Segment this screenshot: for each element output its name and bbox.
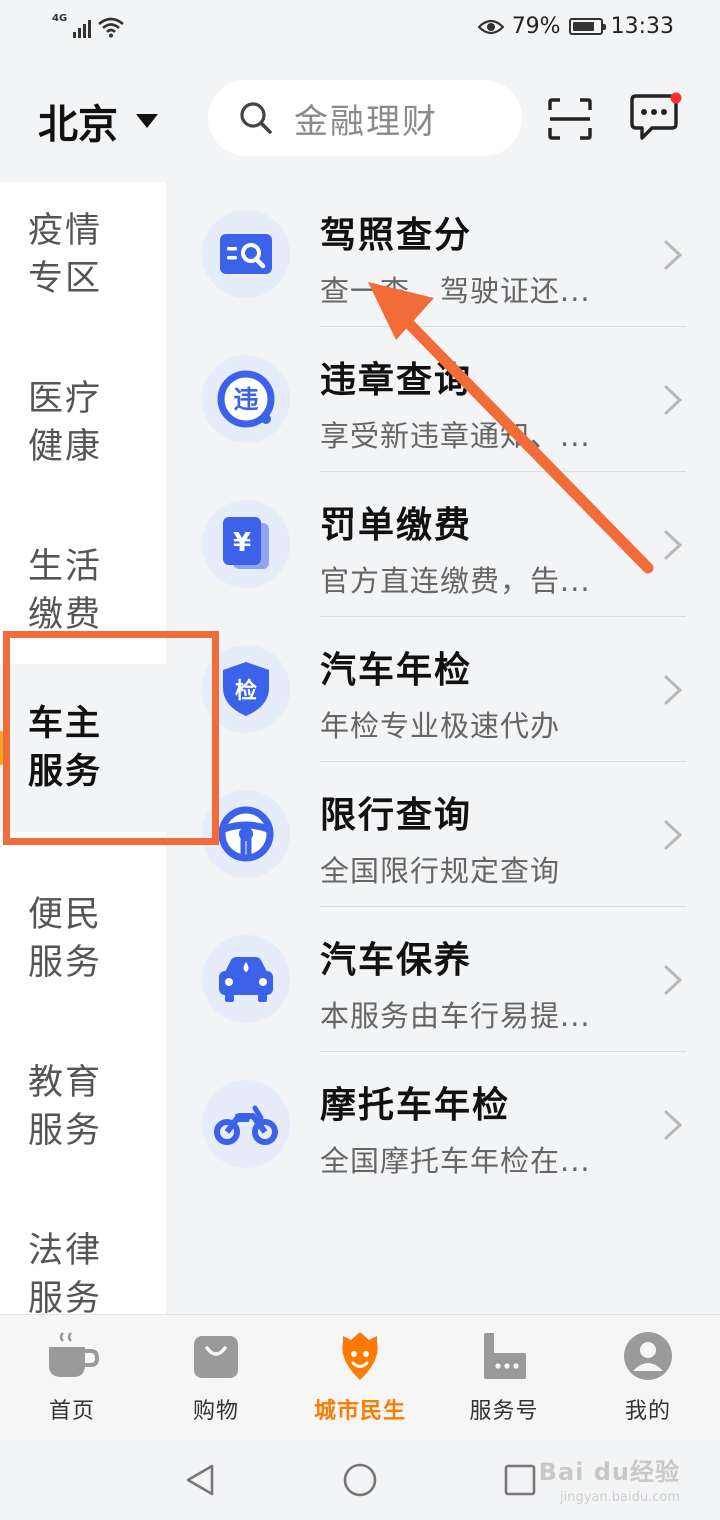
service-subtitle: 全国限行规定查询 <box>320 854 561 888</box>
status-right: 79% 13:33 <box>477 14 674 39</box>
service-subtitle: 全国摩托车年检在... <box>320 1144 591 1178</box>
tab-home[interactable]: 首页 <box>0 1329 144 1435</box>
service-title: 汽车保养 <box>320 940 473 981</box>
search-icon <box>240 102 272 134</box>
status-bar: 4G 79% 13:33 <box>0 0 720 58</box>
list-item[interactable]: 限行查询 全国限行规定查询 <box>196 762 686 907</box>
sidebar-item-convenience[interactable]: 便民服务 <box>0 866 166 1012</box>
violation-query-icon: 违 <box>202 355 290 443</box>
sidebar-item-label: 教育服务 <box>28 1063 103 1151</box>
service-title: 汽车年检 <box>320 650 473 691</box>
city-life-icon <box>333 1329 387 1383</box>
fine-glyph: ¥ <box>233 528 251 558</box>
notification-dot <box>670 92 682 104</box>
category-sidebar: 疫情专区 医疗健康 生活缴费 车主服务 便民服务 教育服务 法律服务 <box>0 182 166 1319</box>
service-subtitle: 查一查，驾驶证还... <box>320 274 591 308</box>
scan-icon[interactable] <box>548 98 592 140</box>
search-box[interactable]: 金融理财 <box>208 80 522 156</box>
system-nav-bar: Bai du经验 jingyan.baidu.com <box>0 1440 720 1520</box>
sidebar-item-label: 医疗健康 <box>28 379 103 467</box>
chevron-right-icon <box>664 965 683 995</box>
chevron-right-icon <box>664 820 683 850</box>
profile-avatar-icon <box>621 1329 675 1383</box>
battery-fill <box>572 22 594 31</box>
chevron-right-icon <box>664 530 683 560</box>
service-account-icon <box>477 1329 531 1383</box>
eye-comfort-icon <box>477 19 504 34</box>
sidebar-item-label: 法律服务 <box>28 1231 103 1319</box>
tab-label: 城市民生 <box>313 1399 406 1424</box>
watermark-url: jingyan.baidu.com <box>560 1490 680 1505</box>
sidebar-item-medical[interactable]: 医疗健康 <box>0 350 166 496</box>
sidebar-item-label: 疫情专区 <box>28 211 103 299</box>
list-item[interactable]: 违 违章查询 享受新违章通知、... <box>196 327 686 472</box>
tab-shopping[interactable]: 购物 <box>144 1329 288 1435</box>
chevron-right-icon <box>664 240 683 270</box>
tab-city-life[interactable]: 城市民生 <box>288 1329 432 1435</box>
signal-indicators: 4G <box>52 14 125 38</box>
back-icon[interactable] <box>182 1462 218 1498</box>
shopping-bag-icon <box>189 1329 243 1383</box>
service-title: 限行查询 <box>320 795 473 836</box>
city-selector[interactable]: 北京 <box>38 92 158 150</box>
traffic-restriction-icon <box>202 790 290 878</box>
service-subtitle: 本服务由车行易提... <box>320 999 591 1033</box>
clock: 13:33 <box>610 14 674 39</box>
inspection-glyph: 检 <box>235 678 257 704</box>
coffee-cup-icon <box>45 1329 99 1383</box>
recent-apps-icon[interactable] <box>502 1462 538 1498</box>
sidebar-item-label: 车主服务 <box>28 704 103 792</box>
service-subtitle: 享受新违章通知、... <box>320 419 591 453</box>
chevron-right-icon <box>664 385 683 415</box>
search-placeholder: 金融理财 <box>294 101 438 142</box>
list-item[interactable]: 摩托车年检 全国摩托车年检在... <box>196 1052 686 1197</box>
sidebar-item-label: 生活缴费 <box>28 547 103 635</box>
network-type: 4G <box>52 13 68 24</box>
motorcycle-inspection-icon <box>202 1080 290 1168</box>
sidebar-item-utilities[interactable]: 生活缴费 <box>0 518 166 664</box>
watermark: Bai du经验 <box>538 1458 680 1486</box>
battery-icon <box>568 18 606 35</box>
car-maintenance-icon <box>202 935 290 1023</box>
list-item[interactable]: 汽车保养 本服务由车行易提... <box>196 907 686 1052</box>
wifi-icon <box>98 17 125 38</box>
chevron-right-icon <box>664 1110 683 1140</box>
service-subtitle: 年检专业极速代办 <box>320 709 561 743</box>
service-title: 违章查询 <box>320 360 473 401</box>
fine-payment-icon: ¥ <box>202 500 290 588</box>
tab-label: 我的 <box>624 1399 671 1424</box>
sidebar-item-epidemic[interactable]: 疫情专区 <box>0 182 166 328</box>
bottom-tab-bar: 首页 购物 城市民生 服务号 我的 <box>0 1314 720 1440</box>
list-item[interactable]: 检 汽车年检 年检专业极速代办 <box>196 617 686 762</box>
tab-me[interactable]: 我的 <box>576 1329 720 1435</box>
service-title: 驾照查分 <box>320 215 473 256</box>
tab-label: 服务号 <box>469 1399 539 1424</box>
message-icon[interactable] <box>626 92 682 144</box>
annual-inspection-icon: 检 <box>202 645 290 733</box>
home-icon[interactable] <box>342 1462 378 1498</box>
license-score-icon <box>202 210 290 298</box>
chevron-right-icon <box>664 675 683 705</box>
active-indicator <box>0 731 5 765</box>
sidebar-item-car-owner[interactable]: 车主服务 <box>0 664 166 832</box>
caret-down-icon <box>136 114 158 128</box>
service-title: 摩托车年检 <box>320 1085 511 1126</box>
sidebar-item-education[interactable]: 教育服务 <box>0 1034 166 1180</box>
sidebar-item-label: 便民服务 <box>28 895 103 983</box>
battery-percent: 79% <box>511 14 561 39</box>
service-title: 罚单缴费 <box>320 505 473 546</box>
tab-label: 首页 <box>48 1399 95 1424</box>
list-item[interactable]: 驾照查分 查一查，驾驶证还... <box>196 182 686 327</box>
tab-label: 购物 <box>192 1399 239 1424</box>
violation-glyph: 违 <box>233 385 258 414</box>
service-subtitle: 官方直连缴费，告... <box>320 564 591 598</box>
city-name: 北京 <box>38 102 118 148</box>
header: 北京 金融理财 <box>0 78 720 160</box>
signal-strength-icon <box>73 16 92 38</box>
tab-service-account[interactable]: 服务号 <box>432 1329 576 1435</box>
list-item[interactable]: ¥ 罚单缴费 官方直连缴费，告... <box>196 472 686 617</box>
